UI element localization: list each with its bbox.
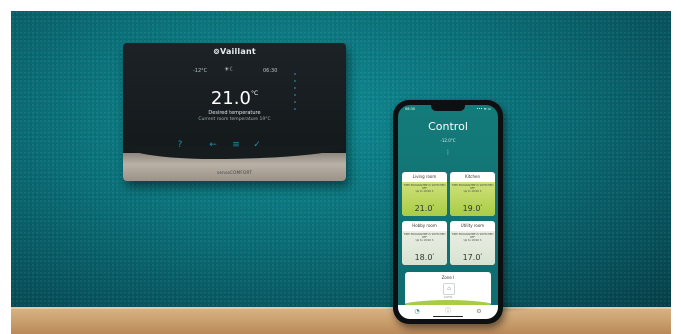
room-card-living-room[interactable]: Living room TIME PROGRAMME IS SWITCHED O… (402, 172, 447, 216)
room-temp: 21.0 (414, 204, 433, 213)
info-icon[interactable]: ⓘ (443, 308, 453, 316)
zone-name: Zone I (441, 275, 455, 280)
more-options-icon[interactable]: ⋮ (445, 149, 451, 156)
room-name: Utility room (460, 223, 485, 228)
room-temp: 18.0 (414, 253, 433, 262)
confirm-button[interactable]: ✓ (251, 139, 263, 151)
room-card-utility-room[interactable]: Utility room TIME PROGRAMME IS SWITCHED … (450, 221, 495, 265)
room-until: Up to 18:00 h (463, 239, 482, 243)
sun-moon-icon: ☀☾ (224, 66, 235, 73)
status-bar-icons: ••• ≋ ▭ (476, 107, 491, 111)
thermostat-icon[interactable]: ◔ (412, 308, 422, 316)
thermostat-label: Desired temperature (208, 110, 261, 116)
room-temp-unit: ° (432, 253, 435, 258)
thermostat-temperature: 21.0°C (123, 88, 346, 109)
room-temp-unit: ° (480, 204, 483, 209)
room-temp: 17.0 (462, 253, 481, 262)
room-until: Up to 18:00 h (415, 239, 434, 243)
status-bar-time: 06:30 (405, 107, 416, 111)
app-screen: 06:30 ••• ≋ ▭ Control -12.0°C ⋮ Living r… (398, 105, 498, 319)
app-outdoor-temp: -12.0°C (440, 138, 456, 143)
temperature-value: 21.0 (210, 88, 251, 109)
temperature-unit: °C (250, 90, 259, 97)
thermostat-outdoor-temp: -12°C (193, 68, 208, 74)
app-title: Control (428, 120, 468, 133)
thermostat-brand-logo: ⊚Vaillant (213, 47, 256, 56)
rotary-dial-indicator (294, 73, 297, 115)
room-until: Up to 18:00 h (463, 190, 482, 194)
house-icon: ⌂ (443, 283, 455, 295)
menu-button[interactable]: ≡ (230, 139, 242, 151)
help-button[interactable]: ? (174, 139, 186, 151)
settings-icon[interactable]: ⚙ (474, 308, 484, 316)
zone-mode: AUTO (443, 295, 453, 299)
room-temp: 19.0 (462, 204, 481, 213)
thermostat-base (123, 145, 346, 181)
scene: ⊚Vaillant -12°C ☀☾ 06:30 21.0°C Desired … (0, 0, 681, 334)
phone-notch (431, 105, 465, 111)
room-name: Hobby room (412, 223, 437, 228)
thermostat-model-label: sensoCOMFORT (217, 170, 252, 175)
room-temp-unit: ° (480, 253, 483, 258)
smartphone: 06:30 ••• ≋ ▭ Control -12.0°C ⋮ Living r… (393, 100, 503, 324)
room-name: Kitchen (464, 174, 481, 179)
room-card-hobby-room[interactable]: Hobby room TIME PROGRAMME IS SWITCHED OF… (402, 221, 447, 265)
app-tab-bar: ◔ ⓘ ⚙ (398, 305, 498, 319)
wooden-shelf (11, 307, 671, 334)
room-until: Up to 18:00 h (415, 190, 434, 194)
thermostat-sublabel: Current room temperature 19°C (198, 117, 271, 122)
thermostat-time: 06:30 (263, 68, 278, 74)
room-card-kitchen[interactable]: Kitchen TIME PROGRAMME IS SWITCHED OFF Up… (450, 172, 495, 216)
zone-card[interactable]: Zone I ⌂ AUTO (405, 272, 491, 306)
room-name: Living room (412, 174, 437, 179)
room-temp-unit: ° (432, 204, 435, 209)
back-button[interactable]: ← (207, 139, 219, 151)
home-indicator (433, 315, 463, 317)
wall-thermostat: ⊚Vaillant -12°C ☀☾ 06:30 21.0°C Desired … (123, 43, 346, 181)
